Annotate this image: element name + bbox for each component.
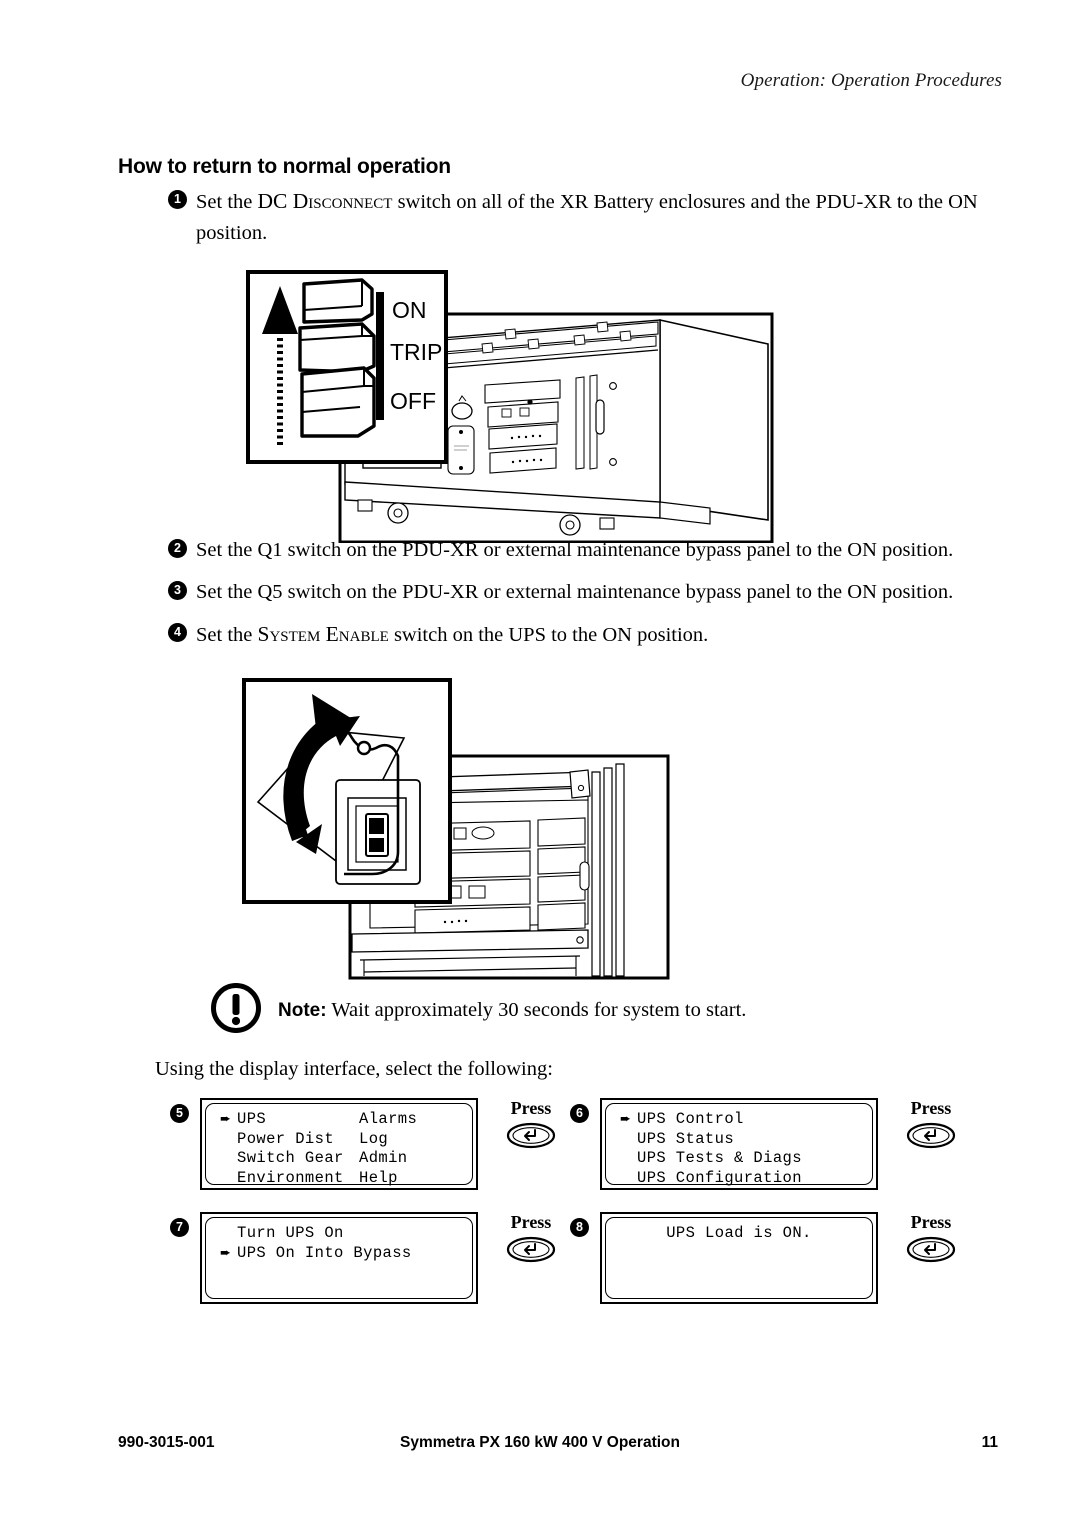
step-text: Set the DC Disconnect switch on all of t… <box>196 186 986 249</box>
lcd-cell[interactable]: Switch Gear <box>237 1149 359 1169</box>
lcd-ups-load-status[interactable]: UPS Load is ON. <box>600 1212 878 1304</box>
step-item-3: 3 Set the Q5 switch on the PDU-XR or ext… <box>168 577 953 608</box>
step-item-2: 2 Set the Q1 switch on the PDU-XR or ext… <box>168 535 953 566</box>
note-text: Note: Wait approximately 30 seconds for … <box>278 999 746 1022</box>
display-intro-text: Using the display interface, select the … <box>155 1058 553 1080</box>
step-number-badge: 7 <box>170 1218 189 1237</box>
exclamation-icon <box>210 982 262 1039</box>
step-number-badge: 5 <box>170 1104 189 1123</box>
lcd-cell[interactable]: Alarms <box>359 1110 417 1130</box>
step-number-badge: 4 <box>168 623 187 642</box>
selection-arrow-slot <box>220 1224 237 1244</box>
press-instruction: Press <box>492 1098 570 1149</box>
step-number-badge: 8 <box>570 1218 589 1237</box>
lcd-cell[interactable]: Environment <box>237 1169 359 1189</box>
enter-key-icon[interactable] <box>906 1122 956 1149</box>
selection-arrow-slot <box>620 1169 637 1189</box>
step-text-smallcaps: DC Disconnect <box>257 189 393 213</box>
step-text-rest: switch on the UPS to the ON position. <box>388 624 709 646</box>
step-text: Set the Q1 switch on the PDU-XR or exter… <box>196 539 954 561</box>
enter-key-icon[interactable] <box>506 1122 556 1149</box>
callout-label-on: ON <box>392 297 427 323</box>
step-item-1: 1 Set the DC Disconnect switch on all of… <box>168 186 986 249</box>
dc-disconnect-figure: ON TRIP OFF <box>240 268 775 543</box>
lcd-step-6: 6 ➨ UPS Control UPS Status UPS Tests & Di… <box>570 1098 970 1190</box>
step-number-badge: 2 <box>168 539 187 558</box>
lcd-cell[interactable]: Log <box>359 1130 388 1150</box>
callout-label-off: OFF <box>390 388 436 414</box>
system-enable-figure <box>240 676 670 981</box>
selection-arrow-icon: ➨ <box>620 1112 632 1127</box>
lcd-step-7: 7 Turn UPS On ➨ UPS On Into Bypass Press <box>170 1212 570 1304</box>
lcd-ups-control-menu[interactable]: Turn UPS On ➨ UPS On Into Bypass <box>200 1212 478 1304</box>
press-label: Press <box>910 1098 952 1118</box>
lcd-cell[interactable]: Power Dist <box>237 1130 359 1150</box>
callout-label-trip: TRIP <box>390 339 442 365</box>
note-body: Wait approximately 30 seconds for system… <box>326 999 747 1021</box>
running-head: Operation: Operation Procedures <box>740 70 1002 91</box>
page-title: How to return to normal operation <box>118 155 451 179</box>
lcd-step-8: 8 UPS Load is ON. Press <box>570 1212 970 1304</box>
footer-page-number: 11 <box>981 1434 998 1451</box>
press-instruction: Press <box>892 1098 970 1149</box>
lcd-main-menu[interactable]: ➨ UPS Alarms Power Dist Log Switch Gear Admi… <box>200 1098 478 1190</box>
step-text: Set the Q5 switch on the PDU-XR or exter… <box>196 581 954 603</box>
press-label: Press <box>910 1212 952 1232</box>
step-text-lead: Set the <box>196 191 258 213</box>
enter-key-icon[interactable] <box>906 1236 956 1263</box>
step-number-badge: 3 <box>168 581 187 600</box>
selection-arrow-slot <box>620 1130 637 1150</box>
press-instruction: Press <box>892 1212 970 1263</box>
press-label: Press <box>510 1098 552 1118</box>
step-number-badge: 6 <box>570 1104 589 1123</box>
step-text-smallcaps: System Enable <box>257 622 389 646</box>
selection-arrow-icon: ➨ <box>220 1245 232 1261</box>
lcd-cell[interactable]: UPS Status <box>637 1130 872 1150</box>
lcd-cell[interactable]: UPS Tests & Diags <box>637 1149 872 1169</box>
selection-arrow-slot <box>220 1130 237 1150</box>
note-label: Note: <box>278 1000 327 1021</box>
enter-key-icon[interactable] <box>506 1236 556 1263</box>
step-text: Set the System Enable switch on the UPS … <box>196 619 708 651</box>
lcd-cell[interactable]: UPS On Into Bypass <box>237 1244 472 1264</box>
lcd-ups-menu[interactable]: ➨ UPS Control UPS Status UPS Tests & Diag… <box>600 1098 878 1190</box>
press-instruction: Press <box>492 1212 570 1263</box>
press-label: Press <box>510 1212 552 1232</box>
step-number-badge: 1 <box>168 190 187 209</box>
selection-arrow-icon: ➨ <box>220 1112 232 1127</box>
lcd-cell[interactable]: UPS Configuration <box>637 1169 872 1189</box>
lcd-step-5: 5 ➨ UPS Alarms Power Dist Log Switch Gear Ad… <box>170 1098 570 1190</box>
selection-arrow-slot <box>620 1149 637 1169</box>
note-callout: Note: Wait approximately 30 seconds for … <box>210 982 746 1039</box>
lcd-cell: UPS Load is ON. <box>666 1224 812 1242</box>
lcd-cell[interactable]: UPS <box>237 1110 359 1130</box>
lcd-cell[interactable]: UPS Control <box>637 1110 872 1130</box>
step-text-lead: Set the <box>196 624 258 646</box>
lcd-cell[interactable]: Admin <box>359 1149 408 1169</box>
selection-arrow-slot <box>220 1169 237 1189</box>
lcd-cell[interactable]: Help <box>359 1169 398 1189</box>
step-item-4: 4 Set the System Enable switch on the UP… <box>168 619 708 651</box>
page-footer: 990-3015-001 Symmetra PX 160 kW 400 V Op… <box>0 1434 1080 1460</box>
lcd-cell[interactable]: Turn UPS On <box>237 1224 472 1244</box>
selection-arrow-slot <box>220 1149 237 1169</box>
footer-title: Symmetra PX 160 kW 400 V Operation <box>400 1434 680 1451</box>
